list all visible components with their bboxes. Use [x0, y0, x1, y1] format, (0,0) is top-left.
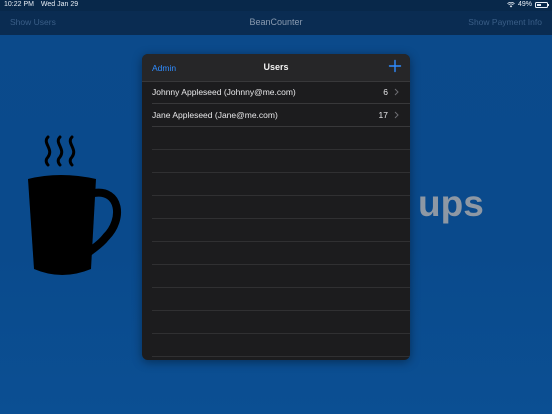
empty-row: [152, 288, 410, 311]
show-payment-info-button[interactable]: Show Payment Info: [468, 17, 542, 27]
battery-percent: 49%: [517, 1, 532, 8]
popover-header: Admin Users: [142, 54, 410, 82]
user-count: 6: [383, 87, 388, 97]
battery-icon: [535, 1, 549, 8]
empty-row: [152, 265, 410, 288]
user-count: 17: [378, 110, 388, 120]
navigation-bar: Show Users BeanCounter Show Payment Info: [0, 11, 552, 35]
empty-row: [152, 173, 410, 196]
coffee-mug-icon: [28, 135, 122, 275]
background-title-fragment: ups: [418, 183, 484, 224]
wifi-icon: [507, 1, 515, 7]
empty-row: [152, 219, 410, 242]
status-time: 10:22 PM: [4, 1, 34, 8]
status-bar: 10:22 PM Wed Jan 29 49%: [0, 0, 552, 11]
empty-row: [152, 127, 410, 150]
users-popover: Admin Users Johnny Appleseed (Johnny@me.…: [142, 54, 410, 360]
user-row-jane[interactable]: Jane Appleseed (Jane@me.com) 17: [152, 104, 410, 127]
chevron-right-icon: [394, 88, 399, 96]
empty-row: [152, 334, 410, 357]
user-name: Jane Appleseed (Jane@me.com): [152, 110, 278, 120]
plus-icon[interactable]: [388, 59, 402, 73]
user-row-johnny[interactable]: Johnny Appleseed (Johnny@me.com) 6: [152, 81, 410, 104]
user-name: Johnny Appleseed (Johnny@me.com): [152, 87, 296, 97]
empty-row: [152, 242, 410, 265]
empty-row: [152, 311, 410, 334]
popover-title: Users: [263, 62, 289, 72]
empty-row: [152, 196, 410, 219]
status-date: Wed Jan 29: [40, 1, 79, 8]
empty-row: [152, 150, 410, 173]
users-list: Johnny Appleseed (Johnny@me.com) 6 Jane …: [142, 81, 410, 357]
chevron-right-icon: [394, 111, 399, 119]
